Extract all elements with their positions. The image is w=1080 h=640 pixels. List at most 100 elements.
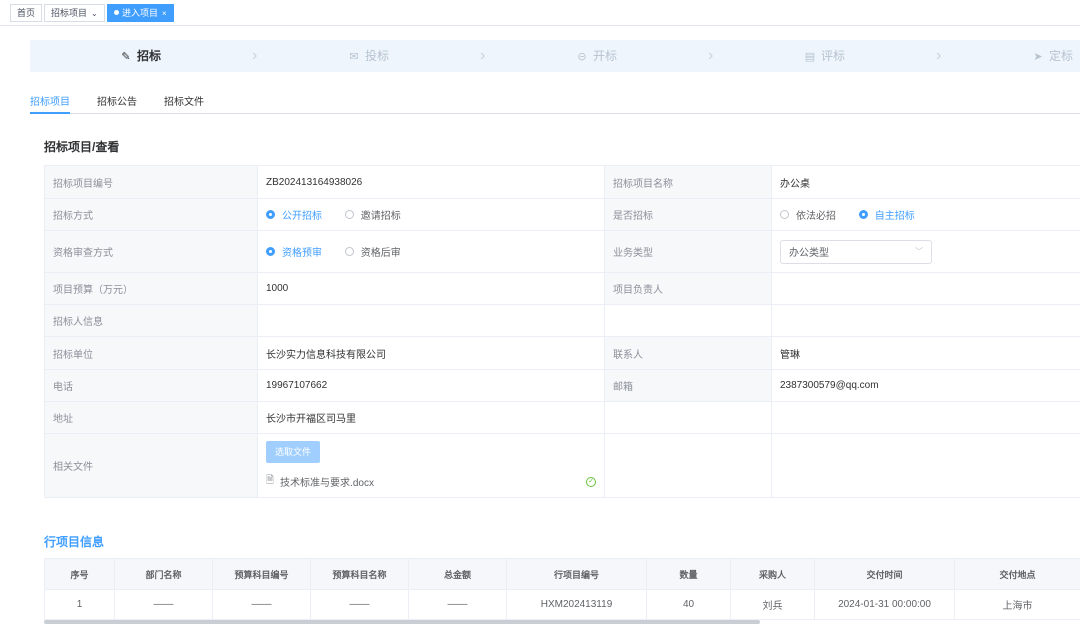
business-type-select[interactable]: 办公类型 ﹀ — [780, 239, 932, 264]
file-name: 技术标准与要求.docx — [280, 478, 374, 489]
radio-checked-icon — [858, 210, 868, 219]
phone-label: 电话 — [44, 369, 258, 402]
radio-checked-icon — [266, 247, 275, 256]
unit-value: 长沙实力信息科技有限公司 — [257, 336, 605, 370]
chevron-right-icon: › — [708, 47, 714, 64]
table-cell: —— — [408, 589, 507, 620]
chevron-down-icon[interactable]: ⌄ — [91, 9, 98, 18]
empty-cell — [257, 304, 605, 337]
table-cell: 40 — [646, 589, 731, 620]
budget-label: 项目预算（万元） — [44, 272, 258, 305]
file-item[interactable]: 🗎 技术标准与要求.docx ✓ — [266, 473, 596, 490]
send-icon: ➤ — [1033, 51, 1043, 63]
column-header: 序号 — [44, 558, 115, 590]
column-header: 预算科目名称 — [310, 558, 409, 590]
step-open-bid[interactable]: ⊝ 开标 — [576, 40, 617, 72]
email-label: 邮箱 — [604, 369, 772, 402]
table-cell: 上海市 — [954, 589, 1080, 620]
owner-value — [771, 272, 1080, 305]
radio-label: 邀请招标 — [360, 211, 401, 222]
line-items-table: 序号 部门名称 预算科目编号 预算科目名称 总金额 行项目编号 数量 采购人 交… — [44, 558, 1080, 620]
unit-label: 招标单位 — [44, 336, 258, 370]
tab-bidding-projects[interactable]: 招标项目 ⌄ — [44, 4, 105, 22]
mail-icon: ✉ — [349, 51, 359, 63]
step-label: 评标 — [821, 49, 846, 63]
empty-cell — [771, 304, 1080, 337]
step-label: 招标 — [137, 49, 162, 63]
contact-label: 联系人 — [604, 336, 772, 370]
qualification-pre-radio[interactable]: 资格预审 — [266, 244, 322, 259]
step-label: 开标 — [593, 49, 618, 63]
method-radio-group: 公开招标 邀请招标 — [257, 198, 605, 231]
horizontal-scrollbar[interactable] — [44, 620, 760, 624]
subtab-bidding-project[interactable]: 招标项目 — [30, 93, 70, 108]
project-no-label: 招标项目编号 — [44, 165, 258, 199]
table-cell: —— — [114, 589, 213, 620]
radio-label: 自主招标 — [874, 211, 915, 222]
table-row: 1 —— —— —— —— HXM202413119 40 刘兵 2024-01… — [44, 589, 1080, 620]
table-cell: 2024-01-31 00:00:00 — [814, 589, 955, 620]
radio-checked-icon — [266, 210, 275, 219]
tab-enter-project-label: 进入项目 — [122, 8, 159, 18]
table-cell: 1 — [44, 589, 115, 620]
column-header: 交付时间 — [814, 558, 955, 590]
is-bidding-self-radio[interactable]: 自主招标 — [858, 207, 915, 222]
empty-cell — [604, 304, 772, 337]
step-label: 投标 — [365, 49, 390, 63]
section-title: 招标项目/查看 — [44, 140, 120, 154]
radio-label: 资格预审 — [282, 248, 322, 259]
project-name-label: 招标项目名称 — [604, 165, 772, 199]
step-bidding[interactable]: ✎ 招标 — [120, 40, 161, 72]
chevron-right-icon: › — [936, 47, 942, 64]
business-type-label: 业务类型 — [604, 230, 772, 273]
project-name-value: 办公桌 — [771, 165, 1080, 199]
project-form: 招标项目编号 ZB202413164938026 招标项目名称 办公桌 招标方式… — [44, 165, 1080, 498]
empty-cell — [771, 401, 1080, 434]
is-bidding-radio-group: 依法必招 自主招标 — [771, 198, 1080, 231]
step-label: 定标 — [1049, 49, 1074, 63]
contact-value: 管琳 — [771, 336, 1080, 370]
column-header: 部门名称 — [114, 558, 213, 590]
qualification-post-radio[interactable]: 资格后审 — [344, 244, 401, 259]
step-progress-bar: ✎ 招标 › ✉ 投标 › ⊝ 开标 › ▤ 评标 › ➤ 定标 — [30, 40, 1080, 72]
empty-cell — [604, 401, 772, 434]
step-award-bid[interactable]: ➤ 定标 — [1032, 40, 1073, 72]
check-circle-icon: ✓ — [586, 476, 596, 487]
business-type-cell: 办公类型 ﹀ — [771, 230, 1080, 273]
owner-label: 项目负责人 — [604, 272, 772, 305]
tab-enter-project[interactable]: 进入项目 × — [107, 4, 174, 22]
tab-bidding-projects-label: 招标项目 — [51, 8, 88, 18]
tenderer-info-label: 招标人信息 — [44, 304, 258, 337]
method-label: 招标方式 — [44, 198, 258, 231]
budget-value: 1000 — [257, 272, 605, 305]
phone-value: 19967107662 — [257, 369, 605, 402]
subtab-bidding-documents[interactable]: 招标文件 — [164, 93, 204, 108]
files-cell: 选取文件 🗎 技术标准与要求.docx ✓ — [257, 433, 605, 498]
table-header-row: 序号 部门名称 预算科目编号 预算科目名称 总金额 行项目编号 数量 采购人 交… — [44, 558, 1080, 590]
method-public-radio[interactable]: 公开招标 — [266, 207, 322, 222]
business-type-value: 办公类型 — [789, 248, 829, 259]
tab-home[interactable]: 首页 — [10, 4, 43, 22]
step-submit-bid[interactable]: ✉ 投标 — [348, 40, 389, 72]
files-label: 相关文件 — [44, 433, 258, 498]
tab-home-label: 首页 — [17, 8, 36, 18]
select-file-button[interactable]: 选取文件 — [266, 441, 321, 463]
step-evaluate-bid[interactable]: ▤ 评标 — [804, 40, 845, 72]
is-bidding-legal-radio[interactable]: 依法必招 — [780, 207, 836, 222]
column-header: 预算科目编号 — [212, 558, 311, 590]
empty-cell — [771, 433, 1080, 498]
radio-unchecked-icon — [344, 247, 354, 256]
table-cell: 刘兵 — [730, 589, 815, 620]
project-no-value: ZB202413164938026 — [257, 165, 605, 199]
radio-label: 依法必招 — [796, 211, 836, 222]
subtab-bidding-notice[interactable]: 招标公告 — [97, 93, 137, 108]
active-dot-icon — [114, 10, 119, 15]
document-icon: 🗎 — [266, 475, 275, 486]
top-tab-bar: 首页 招标项目 ⌄ 进入项目 × — [0, 0, 1080, 26]
active-tab-indicator — [30, 112, 70, 114]
method-invite-radio[interactable]: 邀请招标 — [344, 207, 401, 222]
empty-cell — [604, 433, 772, 498]
close-icon[interactable]: × — [162, 9, 167, 18]
line-items-title: 行项目信息 — [44, 535, 105, 549]
address-value: 长沙市开福区司马里 — [257, 401, 605, 434]
